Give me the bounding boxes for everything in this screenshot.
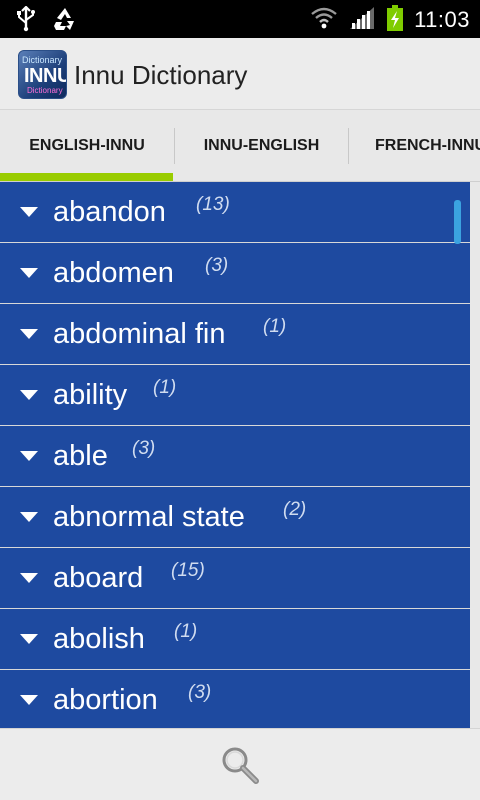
entry-count: (3) — [205, 255, 229, 276]
entry-count: (13) — [196, 194, 230, 215]
word-list[interactable]: abandon (13) abdomen (3) abdominal fin (… — [0, 182, 470, 728]
entry-count: (3) — [188, 682, 212, 703]
list-edge — [470, 182, 480, 728]
app-logo-text-bottom: Dictionary — [27, 86, 63, 95]
expand-arrow-icon[interactable] — [20, 695, 38, 705]
bottom-action-bar — [0, 728, 480, 800]
status-bar: 11:03 — [0, 0, 480, 38]
app-title: Innu Dictionary — [74, 60, 248, 90]
expand-arrow-icon[interactable] — [20, 268, 38, 278]
usb-icon — [14, 5, 38, 36]
tab-english-innu[interactable]: ENGLISH-INNU — [0, 110, 174, 181]
signal-icon — [348, 5, 376, 35]
entry-word: abortion — [53, 684, 158, 716]
search-icon[interactable] — [220, 745, 260, 785]
entry-word: able — [53, 440, 108, 472]
tab-french-innu[interactable]: FRENCH-INNU — [349, 110, 480, 181]
expand-arrow-icon[interactable] — [20, 329, 38, 339]
entry-count: (15) — [171, 560, 205, 581]
list-item[interactable]: abolish (1) — [0, 609, 470, 670]
list-item[interactable]: abnormal state (2) — [0, 487, 470, 548]
entry-word: abolish — [53, 623, 145, 655]
entry-word: abdomen — [53, 257, 174, 289]
wifi-icon — [310, 6, 338, 34]
entry-word: ability — [53, 379, 128, 411]
list-item[interactable]: aboard (15) — [0, 548, 470, 609]
entry-count: (2) — [283, 499, 307, 520]
app-logo-text-top: Dictionary — [22, 55, 63, 65]
entry-word: abnormal state — [53, 501, 245, 533]
battery-charging-icon — [386, 4, 404, 36]
tab-innu-english[interactable]: INNU-ENGLISH — [175, 110, 348, 181]
expand-arrow-icon[interactable] — [20, 207, 38, 217]
entry-count: (3) — [132, 438, 156, 459]
entry-count: (1) — [174, 621, 198, 642]
expand-arrow-icon[interactable] — [20, 634, 38, 644]
tab-bar: ENGLISH-INNU INNU-ENGLISH FRENCH-INNU — [0, 110, 480, 182]
app-logo-icon[interactable]: Dictionary INNU Dictionary — [18, 50, 67, 99]
app-logo-text-main: INNU — [24, 65, 67, 87]
entry-word: abdominal fin — [53, 318, 226, 350]
entry-word: aboard — [53, 562, 144, 594]
status-time: 11:03 — [414, 7, 470, 32]
list-item[interactable]: abdominal fin (1) — [0, 304, 470, 365]
expand-arrow-icon[interactable] — [20, 573, 38, 583]
entry-word: abandon — [53, 196, 166, 228]
expand-arrow-icon[interactable] — [20, 512, 38, 522]
entry-count: (1) — [263, 316, 287, 337]
expand-arrow-icon[interactable] — [20, 451, 38, 461]
list-item[interactable]: able (3) — [0, 426, 470, 487]
list-item[interactable]: abandon (13) — [0, 182, 470, 243]
list-item[interactable]: abortion (3) — [0, 670, 470, 728]
action-bar: Dictionary INNU Dictionary Innu Dictiona… — [0, 38, 480, 110]
expand-arrow-icon[interactable] — [20, 390, 38, 400]
entry-count: (1) — [153, 377, 177, 398]
tab-selected-indicator — [0, 173, 173, 181]
scrollbar-thumb[interactable] — [454, 200, 461, 244]
list-item[interactable]: ability (1) — [0, 365, 470, 426]
list-item[interactable]: abdomen (3) — [0, 243, 470, 304]
recycle-icon — [52, 6, 78, 36]
